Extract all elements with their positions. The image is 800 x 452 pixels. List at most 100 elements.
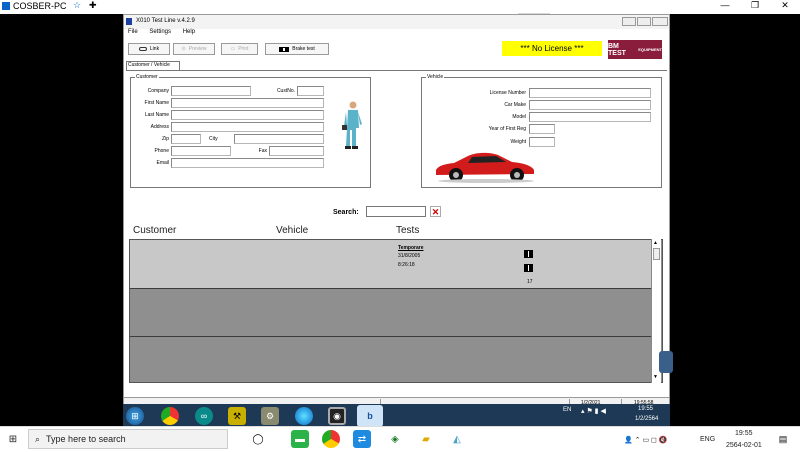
phone-label: Phone <box>154 148 169 154</box>
city-label: City <box>209 136 218 142</box>
table-row[interactable]: Temporare 31/8/2005 8:26:18 17 <box>130 240 655 289</box>
company-field[interactable] <box>171 86 251 96</box>
app-close-button[interactable] <box>652 17 668 26</box>
host-clock-date[interactable]: 2564-02-01 <box>726 442 762 449</box>
print-button[interactable]: ▭ Print <box>221 43 258 55</box>
car-make-label: Car Make <box>504 102 526 108</box>
app-titlebar: X010 Test Line v.4.2.9 <box>124 15 669 29</box>
app-title: X010 Test Line v.4.2.9 <box>136 18 195 24</box>
results-grid: Temporare 31/8/2005 8:26:18 17 <box>129 239 663 383</box>
customer-group: Customer Company CustNo. First Name Last… <box>130 74 371 188</box>
app-window-icon[interactable]: ◭ <box>448 430 466 448</box>
menu-settings[interactable]: Settings <box>149 29 171 35</box>
remote-lang-indicator[interactable]: EN <box>563 407 571 413</box>
brake-test-result-icon[interactable] <box>524 264 533 272</box>
remote-desktop-icon <box>2 2 10 10</box>
brake-test-icon <box>279 46 290 52</box>
phone-field[interactable] <box>171 146 231 156</box>
search-input[interactable] <box>366 206 426 217</box>
license-number-label: License Number <box>489 90 526 96</box>
pin-icon[interactable]: ✚ <box>89 0 97 11</box>
star-icon[interactable]: ☆ <box>73 0 81 11</box>
scroll-down-icon[interactable]: ▼ <box>653 374 658 380</box>
email-field[interactable] <box>171 158 324 168</box>
custno-field[interactable] <box>297 86 324 96</box>
host-lang-indicator[interactable]: ENG <box>700 436 715 443</box>
weight-field[interactable] <box>529 137 555 147</box>
usb-tool-icon[interactable]: ⚒ <box>228 407 246 425</box>
chrome-icon[interactable] <box>322 430 340 448</box>
test-date: 31/8/2005 <box>398 253 421 259</box>
car-make-field[interactable] <box>529 100 651 110</box>
app-minimize-button[interactable] <box>622 17 636 26</box>
address-field[interactable] <box>171 122 324 132</box>
customer-group-label: Customer <box>135 74 159 80</box>
file-explorer-icon[interactable]: ▰ <box>417 430 435 448</box>
search-icon: ⌕ <box>35 433 41 444</box>
teamviewer-icon[interactable]: ⇄ <box>353 430 371 448</box>
year-field[interactable] <box>529 124 555 134</box>
fax-label: Fax <box>258 148 267 154</box>
model-field[interactable] <box>529 112 651 122</box>
license-number-field[interactable] <box>529 88 651 98</box>
menu-help[interactable]: Help <box>183 29 195 35</box>
menu-file[interactable]: File <box>128 29 138 35</box>
service-tool-icon[interactable]: ⚙ <box>261 407 279 425</box>
camera-icon[interactable]: ◉ <box>328 407 346 425</box>
app-icon <box>126 18 132 25</box>
edge-icon[interactable] <box>295 407 313 425</box>
line-app-icon[interactable]: ▬ <box>291 430 309 448</box>
link-button[interactable]: Link <box>128 43 170 55</box>
network-app-icon[interactable]: ◈ <box>386 430 404 448</box>
red-car-icon <box>436 152 534 183</box>
restore-button[interactable]: ❐ <box>740 0 770 11</box>
arduino-icon[interactable]: ∞ <box>195 407 213 425</box>
table-row[interactable] <box>130 289 655 337</box>
windows-start-icon[interactable]: ⊞ <box>126 407 144 425</box>
zip-field[interactable] <box>171 134 201 144</box>
app-maximize-button[interactable] <box>637 17 651 26</box>
clear-search-button[interactable]: ✕ <box>430 206 441 217</box>
brake-test-result-icon[interactable] <box>524 250 533 258</box>
chrome-icon[interactable] <box>161 407 179 425</box>
email-label: Email <box>156 160 169 166</box>
task-view-icon[interactable]: ◯ <box>249 430 267 448</box>
weight-label: Weight <box>510 139 526 145</box>
test-name-link[interactable]: Temporare <box>398 245 423 251</box>
tray-icons[interactable]: ▴ ⚑ ▮ ◀ <box>581 407 606 415</box>
preview-button[interactable]: ⊙ Preview <box>173 43 215 55</box>
mechanic-figure-icon <box>342 101 362 149</box>
link-icon <box>138 47 147 51</box>
scroll-up-icon[interactable]: ▲ <box>653 240 658 246</box>
fax-field[interactable] <box>269 146 324 156</box>
host-clock-time[interactable]: 19:55 <box>735 430 753 437</box>
brake-test-button[interactable]: Brake test <box>265 43 329 55</box>
city-field[interactable] <box>234 134 324 144</box>
minimize-button[interactable]: — <box>710 0 740 10</box>
preview-icon: ⊙ <box>181 46 186 52</box>
taskbar-search[interactable]: ⌕ Type here to search <box>28 429 228 449</box>
windows-start-icon[interactable]: ⊞ <box>4 430 22 448</box>
printer-icon: ▭ <box>230 46 236 52</box>
close-button[interactable]: ✕ <box>770 0 800 11</box>
search-label: Search: <box>333 209 359 216</box>
vehicle-group-label: Vehicle <box>426 74 445 80</box>
notifications-icon[interactable]: ▤ <box>774 430 792 448</box>
table-row[interactable] <box>130 337 655 383</box>
x010-taskbar-icon[interactable]: b <box>357 405 383 427</box>
column-header-customer: Customer <box>133 225 177 236</box>
remote-clock-time[interactable]: 19:55 <box>638 406 653 412</box>
column-header-vehicle: Vehicle <box>276 225 309 236</box>
first-name-field[interactable] <box>171 98 324 108</box>
remote-taskbar: ⊞ ∞ ⚒ ⚙ ◉ b EN ▴ ⚑ ▮ ◀ 19:55 1/2/2564 <box>123 404 670 428</box>
column-header-tests: Tests <box>396 225 420 236</box>
tab-customer-vehicle[interactable]: Customer / Vehicle <box>126 61 180 70</box>
tray-icons[interactable]: 👤 ⌃ ▭ ◻ 🔇 <box>624 436 668 444</box>
remote-clock-date[interactable]: 1/2/2564 <box>635 416 658 422</box>
side-panel-handle[interactable] <box>659 351 673 373</box>
scroll-thumb[interactable] <box>653 248 660 260</box>
company-label: Company <box>147 88 169 94</box>
last-name-field[interactable] <box>171 110 324 120</box>
host-titlebar: COSBER-PC ☆ ✚ — ❐ ✕ <box>0 0 800 14</box>
zip-label: Zip <box>162 136 169 142</box>
